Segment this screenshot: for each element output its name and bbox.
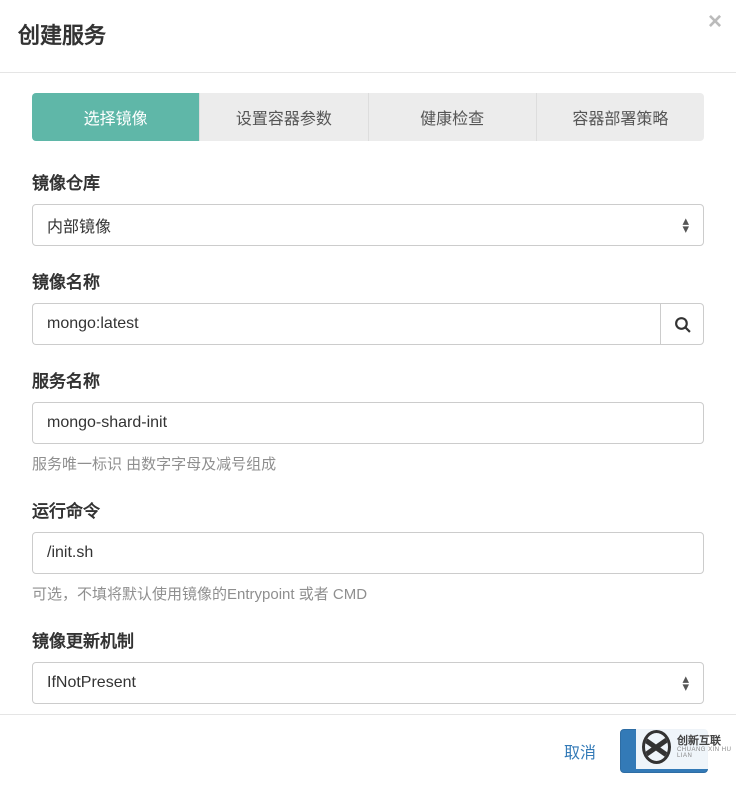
search-icon [674,316,691,333]
watermark-icon [642,730,671,764]
image-name-label: 镜像名称 [32,268,704,293]
watermark-text-wrap: 创新互联 CHUANG XIN HU LIAN [677,735,736,759]
watermark-brand: 创新互联 [677,735,736,747]
image-pull-policy-select[interactable]: IfNotPresent ▴▾ [32,662,704,704]
image-search-button[interactable] [660,303,704,345]
tab-container-params[interactable]: 设置容器参数 [200,93,368,141]
tab-deploy-strategy[interactable]: 容器部署策略 [537,93,704,141]
image-pull-policy-label: 镜像更新机制 [32,627,704,652]
run-command-help: 可选，不填将默认使用镜像的Entrypoint 或者 CMD [32,584,704,605]
run-command-input[interactable] [32,532,704,574]
service-name-help: 服务唯一标识 由数字字母及减号组成 [32,454,704,475]
cancel-button[interactable]: 取消 [560,731,600,771]
tab-label: 选择镜像 [84,111,148,128]
create-service-modal: 创建服务 × 选择镜像 设置容器参数 健康检查 容器部署策略 镜像仓库 内部镜像 [0,0,736,787]
wizard-tabs: 选择镜像 设置容器参数 健康检查 容器部署策略 [32,93,704,141]
field-image-repo: 镜像仓库 内部镜像 ▴▾ [32,169,704,246]
service-name-label: 服务名称 [32,367,704,392]
run-command-label: 运行命令 [32,497,704,522]
modal-title: 创建服务 [18,18,718,50]
field-service-name: 服务名称 服务唯一标识 由数字字母及减号组成 [32,367,704,475]
service-name-input[interactable] [32,402,704,444]
watermark-logo: 创新互联 CHUANG XIN HU LIAN [636,725,736,769]
select-value: IfNotPresent [47,674,136,692]
select-arrows-icon: ▴▾ [682,217,689,233]
tab-health-check[interactable]: 健康检查 [369,93,537,141]
tab-label: 健康检查 [420,111,484,128]
tab-select-image[interactable]: 选择镜像 [32,93,200,141]
modal-header: 创建服务 × [0,0,736,73]
image-name-input[interactable] [32,303,660,345]
tab-label: 容器部署策略 [572,111,668,128]
modal-footer: 取消 [0,714,736,787]
select-value: 内部镜像 [47,213,111,237]
tab-label: 设置容器参数 [236,111,332,128]
modal-body: 选择镜像 设置容器参数 健康检查 容器部署策略 镜像仓库 内部镜像 ▴▾ [0,73,736,714]
select-arrows-icon: ▴▾ [682,675,689,691]
close-icon[interactable]: × [708,10,722,34]
image-repo-select[interactable]: 内部镜像 ▴▾ [32,204,704,246]
field-image-name: 镜像名称 [32,268,704,345]
image-repo-label: 镜像仓库 [32,169,704,194]
image-name-input-group [32,303,704,345]
watermark-sub: CHUANG XIN HU LIAN [677,747,736,759]
field-image-pull-policy: 镜像更新机制 IfNotPresent ▴▾ 当节点上的镜像不存在时会重新Pul… [32,627,704,714]
field-run-command: 运行命令 可选，不填将默认使用镜像的Entrypoint 或者 CMD [32,497,704,605]
